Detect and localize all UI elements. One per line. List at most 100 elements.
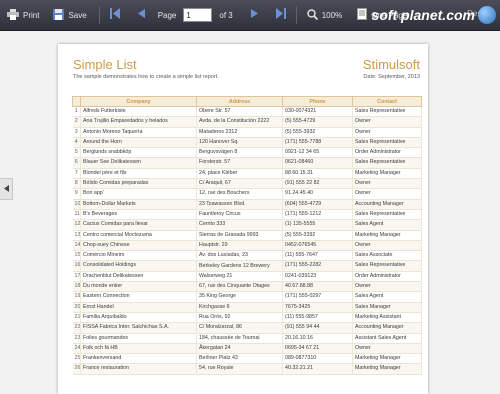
address-cell: C/ Araquil, 67: [196, 178, 283, 190]
watermark-text: soft planet.com: [371, 7, 475, 23]
address-cell: Walserweg 21: [196, 271, 283, 283]
sidebar-toggle[interactable]: [0, 178, 13, 200]
report-page: Simple List Stimulsoft The sample demons…: [58, 44, 428, 394]
row-number: 1: [72, 106, 81, 118]
company-cell: Alfreds Futterkiste: [80, 106, 197, 118]
company-cell: France restauration: [80, 363, 197, 375]
save-button[interactable]: Save: [53, 8, 87, 22]
triangle-left-icon: [3, 184, 9, 194]
magnifier-icon: [306, 8, 318, 22]
company-cell: Drachenblut Delikatessen: [80, 271, 197, 283]
company-cell: Chop-suey Chinese: [80, 240, 197, 252]
table-row: 21 Familia Arquibaldo Rua Orós, 92 (11) 555…: [72, 312, 422, 324]
company-cell: Ernst Handel: [80, 302, 197, 313]
address-cell: Kirchgasse 6: [196, 302, 283, 313]
row-number: 21: [72, 312, 81, 324]
phone-cell: 40.67.88.88: [282, 281, 353, 293]
floppy-disk-icon: [53, 8, 65, 22]
company-cell: Blondel père et fils: [80, 168, 197, 180]
next-page-icon[interactable]: [250, 9, 258, 21]
table-row: 4 Around the Horn 120 Hanover Sq. (171) 555…: [72, 137, 422, 149]
row-number: 25: [72, 353, 81, 365]
address-cell: Obere Str. 57: [196, 106, 283, 118]
address-cell: 35 King George: [196, 291, 283, 303]
row-number: 2: [72, 116, 81, 128]
row-number: 8: [72, 178, 81, 190]
phone-cell: 030-0074321: [282, 106, 353, 118]
table-row: 15 Comércio Mineiro Av. dos Lusíadas, 23 (1…: [72, 250, 422, 262]
company-cell: Bottom-Dollar Markets: [80, 199, 197, 210]
table-row: 7 Blondel père et fils 24, place Kléber 88.…: [72, 168, 422, 180]
watermark-logo: soft planet.com: [372, 2, 496, 28]
address-cell: 120 Hanover Sq.: [196, 137, 283, 149]
address-cell: 24, place Kléber: [196, 168, 283, 180]
column-header-company: Company: [80, 96, 197, 107]
table-row: 12 Cactus Comidas para llevar Cerrito 333(…: [72, 219, 422, 231]
phone-cell: 0452-076545: [282, 240, 353, 252]
phone-cell: (5) 555-3932: [282, 127, 353, 138]
table-row: 2 Ana Trujillo Emparedados y helados Avda.…: [72, 116, 422, 128]
phone-cell: (5) 555-3392: [282, 230, 353, 241]
company-cell: Antonio Moreno Taquería: [80, 127, 197, 138]
table-row: 25 Frankenversand Berliner Platz 43 089-087…: [72, 353, 422, 365]
table-row: 20 Ernst Handel Kirchgasse 6 7675-3425 Sales…: [72, 302, 422, 313]
customer-table: Company Address Phone Contact 1 Alfreds F…: [72, 96, 422, 375]
company-cell: Eastern Connection: [80, 291, 197, 303]
phone-cell: (171) 555-7788: [282, 137, 353, 149]
address-cell: Forsterstr. 57: [196, 157, 283, 169]
contact-cell: Sales Representative: [352, 209, 422, 221]
table-row: 26 France restauration 54, rue Royale 40.32…: [72, 363, 422, 375]
company-cell: Folk och fä HB: [80, 343, 197, 355]
zoom-label: 100%: [321, 10, 343, 20]
table-row: 22 FISSA Fabrica Inter. Salchichas S.A. C/…: [72, 322, 422, 334]
table-row: 23 Folies gourmandes 184, chaussée de Tour…: [72, 333, 422, 344]
company-cell: Centro comercial Moctezuma: [80, 230, 197, 241]
phone-cell: 91.24.45.40: [282, 188, 353, 200]
viewer-toolbar: Print Save Page of 3 100% One Page Desig…: [0, 0, 500, 31]
table-row: 5 Berglunds snabbköp Berguvsvägen 8 0921-12…: [72, 147, 422, 159]
company-cell: FISSA Fabrica Inter. Salchichas S.A.: [80, 322, 197, 334]
report-description: The sample demonstrates how to create a …: [73, 74, 219, 80]
globe-icon: [478, 6, 496, 24]
company-cell: Cactus Comidas para llevar: [80, 219, 197, 231]
row-number: 24: [72, 343, 81, 355]
page-label: Page: [157, 10, 177, 20]
address-cell: 12, rue des Bouchers: [196, 188, 283, 200]
table-header-row: Company Address Phone Contact: [72, 96, 422, 107]
first-page-icon[interactable]: [109, 8, 120, 22]
phone-cell: 0695-34 67 21: [282, 343, 353, 355]
zoom-button[interactable]: 100%: [306, 8, 343, 22]
address-cell: 67, rue des Cinquante Otages: [196, 281, 283, 293]
table-row: 10 Bottom-Dollar Markets 23 Tsawassen Blvd…: [72, 199, 422, 210]
previous-page-icon[interactable]: [137, 9, 145, 21]
table-row: 13 Centro comercial Moctezuma Sierras de G…: [72, 230, 422, 241]
row-number: 16: [72, 260, 81, 272]
contact-cell: Owner: [352, 343, 422, 355]
contact-cell: Marketing Manager: [352, 230, 422, 241]
phone-cell: (171) 555-1212: [282, 209, 353, 221]
contact-cell: Marketing Manager: [352, 363, 422, 375]
print-label: Print: [23, 10, 40, 20]
last-page-icon[interactable]: [275, 8, 286, 22]
phone-cell: (91) 555 22 82: [282, 178, 353, 190]
contact-cell: Accounting Manager: [352, 322, 422, 334]
table-row: 19 Eastern Connection 35 King George (171) …: [72, 291, 422, 303]
company-cell: Folies gourmandes: [80, 333, 197, 344]
single-page-icon: [357, 8, 368, 22]
contact-cell: Owner: [352, 240, 422, 252]
column-header-number: [72, 96, 81, 107]
phone-cell: (11) 555-9857: [282, 312, 353, 324]
contact-cell: Sales Representative: [352, 260, 422, 272]
contact-cell: Sales Representative: [352, 157, 422, 169]
contact-cell: Sales Manager: [352, 302, 422, 313]
phone-cell: 7675-3425: [282, 302, 353, 313]
address-cell: C/ Moralzarzal, 86: [196, 322, 283, 334]
contact-cell: Sales Associate: [352, 250, 422, 262]
page-number-input[interactable]: [183, 8, 213, 22]
table-row: 3 Antonio Moreno Taquería Mataderos 2312 (5…: [72, 127, 422, 138]
page-count-label: of 3: [219, 10, 233, 20]
column-header-phone: Phone: [282, 96, 353, 107]
print-button[interactable]: Print: [7, 8, 40, 22]
company-cell: Familia Arquibaldo: [80, 312, 197, 324]
row-number: 22: [72, 322, 81, 334]
